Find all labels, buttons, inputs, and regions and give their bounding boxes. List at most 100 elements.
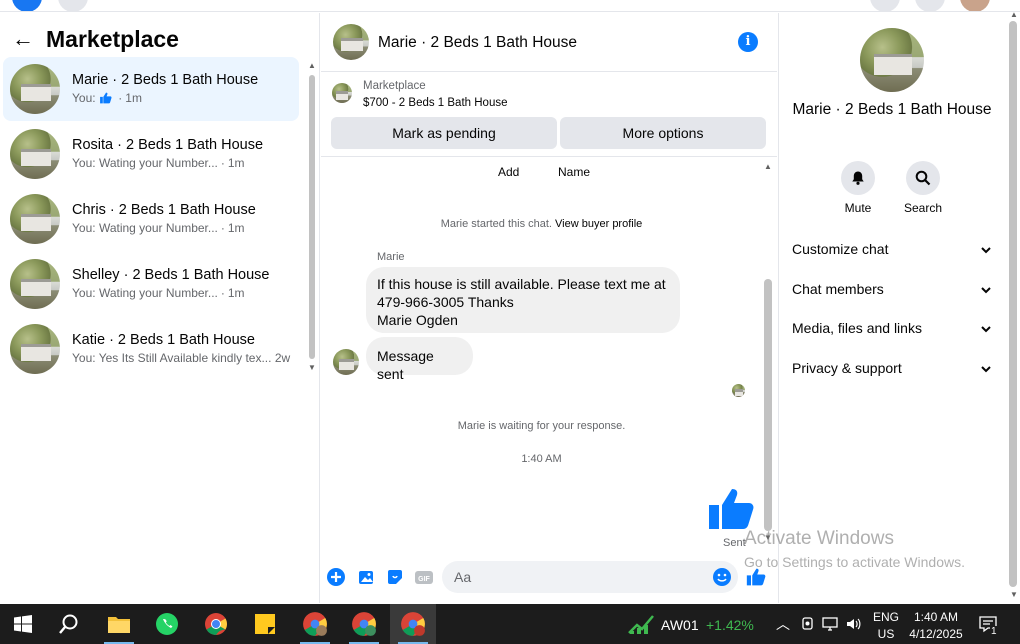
conversation-time: 2w — [274, 351, 291, 365]
clock-time: 1:40 AM — [913, 610, 959, 624]
file-explorer-icon[interactable] — [96, 604, 142, 644]
scroll-up-arrow-icon[interactable]: ▲ — [764, 162, 772, 171]
sticker-icon[interactable] — [385, 567, 405, 587]
section-label: Media, files and links — [792, 320, 922, 336]
started-text: Marie started this chat. — [440, 218, 552, 230]
send-like-icon[interactable] — [746, 567, 766, 587]
chrome-profile-3-icon[interactable] — [390, 604, 436, 644]
conversation-item-chris[interactable]: Chris · 2 Beds 1 Bath House You: Wating … — [3, 187, 299, 251]
thumbs-up-icon — [100, 92, 112, 104]
sticky-notes-icon[interactable] — [242, 604, 288, 644]
conversation-time: 1m — [227, 286, 245, 300]
conversation-name: Katie · 2 Beds 1 Bath House — [72, 332, 255, 348]
scrollbar-thumb[interactable] — [309, 75, 315, 359]
windows-start-icon[interactable] — [0, 604, 46, 644]
preview-prefix: You: — [72, 351, 96, 365]
details-avatar[interactable] — [860, 28, 924, 92]
message-input[interactable] — [454, 567, 694, 587]
message-bubble[interactable]: If this house is still available. Please… — [366, 267, 680, 333]
conversation-time: 1m — [227, 156, 245, 170]
conversation-item-marie[interactable]: Marie · 2 Beds 1 Bath House You: · 1m — [3, 57, 299, 121]
profile-avatar[interactable] — [960, 0, 990, 11]
marketplace-label: Marketplace — [363, 80, 426, 92]
menu-icon[interactable] — [870, 0, 900, 11]
message-line: 479-966-3005 Thanks — [377, 294, 514, 310]
gif-icon[interactable]: GIF — [414, 567, 434, 587]
system-clock[interactable]: 1:40 AM 4/12/2025 — [908, 609, 964, 643]
language-indicator[interactable]: ENG US — [873, 609, 899, 643]
conversation-list-scrollbar[interactable]: ▲ ▼ — [307, 61, 317, 376]
scroll-down-arrow-icon[interactable]: ▼ — [764, 533, 772, 542]
windows-taskbar: AW01 +1.42% ︿ ENG US 1:40 AM 4/12/2025 1 — [0, 604, 1020, 644]
search-icon[interactable] — [58, 0, 88, 11]
message-timestamp: 1:40 AM — [521, 453, 562, 465]
avatar — [10, 324, 60, 374]
chevron-down-icon — [981, 326, 991, 333]
preview-snippet: Wating your Number... — [98, 221, 218, 235]
thread-scrollbar[interactable]: ▲ ▼ — [762, 159, 774, 545]
info-icon[interactable]: i — [738, 32, 758, 52]
network-icon[interactable] — [822, 616, 838, 632]
messenger-icon[interactable] — [915, 0, 945, 11]
listing-thumbnail[interactable] — [332, 83, 352, 103]
conversation-item-katie[interactable]: Katie · 2 Beds 1 Bath House You: Yes Its… — [3, 317, 299, 381]
quick-action-name[interactable]: Name — [558, 165, 590, 179]
keyboard-layout: US — [877, 627, 895, 641]
preview-prefix: You: — [72, 156, 96, 170]
scrollbar-thumb[interactable] — [764, 279, 772, 531]
stock-change[interactable]: +1.42% — [706, 617, 754, 633]
sender-avatar[interactable] — [333, 349, 359, 375]
chrome-icon[interactable] — [193, 604, 239, 644]
scrollbar-thumb[interactable] — [1009, 21, 1017, 587]
sender-name: Marie — [377, 251, 405, 263]
page-scrollbar[interactable]: ▲ ▼ — [1007, 10, 1020, 603]
chrome-profile-1-icon[interactable] — [292, 604, 338, 644]
volume-icon[interactable] — [846, 616, 862, 632]
notification-count: 1 — [990, 626, 998, 637]
emoji-icon[interactable] — [712, 567, 732, 587]
chevron-down-icon — [981, 287, 991, 294]
listing-title[interactable]: $700 - 2 Beds 1 Bath House — [363, 97, 508, 109]
scroll-up-arrow-icon[interactable]: ▲ — [1010, 10, 1018, 19]
search-icon[interactable] — [46, 604, 92, 644]
mute-button[interactable]: Mute — [833, 161, 883, 215]
avatar — [10, 259, 60, 309]
section-label: Privacy & support — [792, 360, 902, 376]
thumbs-up-icon[interactable] — [707, 485, 755, 533]
chat-title[interactable]: Marie · 2 Beds 1 Bath House — [378, 34, 577, 52]
quick-action-add[interactable]: Add — [498, 165, 519, 179]
plus-circle-icon[interactable] — [326, 567, 346, 587]
conversation-preview: You: Wating your Number... · 1m — [72, 156, 245, 170]
chrome-profile-2-icon[interactable] — [341, 604, 387, 644]
chat-avatar[interactable] — [333, 24, 369, 60]
stock-chart-icon[interactable] — [628, 613, 654, 635]
svg-text:GIF: GIF — [418, 576, 430, 583]
back-arrow-icon[interactable]: ← — [12, 26, 38, 52]
message-line: Marie Ogden — [377, 312, 458, 328]
section-media-files-links[interactable]: Media, files and links — [792, 320, 992, 342]
facebook-logo[interactable] — [12, 0, 42, 11]
conversation-preview: You: · 1m — [72, 91, 142, 105]
chat-panel: Marie · 2 Beds 1 Bath House i Marketplac… — [321, 13, 777, 603]
whatsapp-icon[interactable] — [144, 604, 190, 644]
mark-as-pending-button[interactable]: Mark as pending — [331, 117, 557, 149]
avatar — [10, 64, 60, 114]
more-options-button[interactable]: More options — [560, 117, 766, 149]
stock-name[interactable]: AW01 — [661, 617, 699, 633]
chevron-up-icon[interactable]: ︿ — [776, 614, 790, 634]
message-input-container — [442, 561, 738, 593]
gallery-icon[interactable] — [356, 567, 376, 587]
conversation-preview: You: Wating your Number... · 1m — [72, 221, 245, 235]
conversation-item-shelley[interactable]: Shelley · 2 Beds 1 Bath House You: Watin… — [3, 252, 299, 316]
scroll-down-arrow-icon[interactable]: ▼ — [308, 363, 316, 372]
view-buyer-profile-link[interactable]: View buyer profile — [555, 218, 642, 230]
scroll-up-arrow-icon[interactable]: ▲ — [308, 61, 316, 70]
search-button[interactable]: Search — [898, 161, 948, 215]
message-bubble[interactable]: Message sent — [366, 337, 473, 382]
section-privacy-support[interactable]: Privacy & support — [792, 360, 992, 382]
section-chat-members[interactable]: Chat members — [792, 281, 992, 303]
scroll-down-arrow-icon[interactable]: ▼ — [1010, 590, 1018, 599]
section-customize-chat[interactable]: Customize chat — [792, 241, 992, 263]
meet-now-icon[interactable] — [800, 616, 816, 632]
conversation-item-rosita[interactable]: Rosita · 2 Beds 1 Bath House You: Wating… — [3, 122, 299, 186]
